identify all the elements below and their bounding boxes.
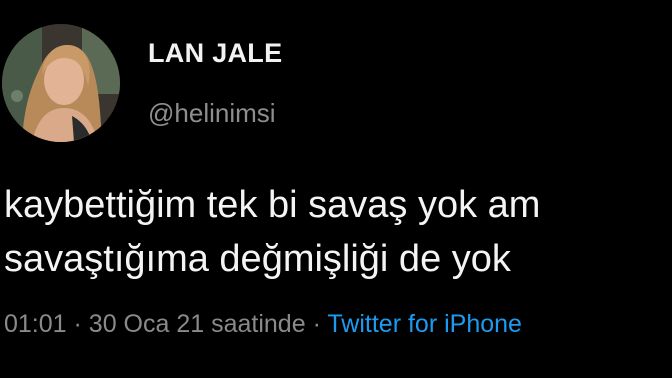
- tweet-meta: 01:01 · 30 Oca 21 saatinde · Twitter for…: [4, 310, 522, 339]
- tweet-text-line: kaybettiğim tek bi savaş yok am: [4, 184, 541, 226]
- meta-separator: ·: [312, 310, 321, 338]
- tweet-text: kaybettiğim tek bi savaş yok am savaştığ…: [4, 178, 672, 286]
- avatar[interactable]: [2, 24, 120, 142]
- tweet-source-link[interactable]: Twitter for iPhone: [327, 310, 522, 338]
- display-name[interactable]: LAN JALE: [148, 38, 282, 69]
- meta-separator: ·: [73, 310, 82, 338]
- tweet-card: LAN JALE @helinimsi kaybettiğim tek bi s…: [0, 0, 672, 378]
- tweet-time[interactable]: 01:01: [4, 310, 67, 338]
- tweet-text-line: savaştığıma değmişliği de yok: [4, 238, 511, 280]
- user-handle[interactable]: @helinimsi: [148, 98, 276, 129]
- tweet-date[interactable]: 30 Oca 21 saatinde: [89, 310, 306, 338]
- profile-photo-icon: [2, 24, 120, 142]
